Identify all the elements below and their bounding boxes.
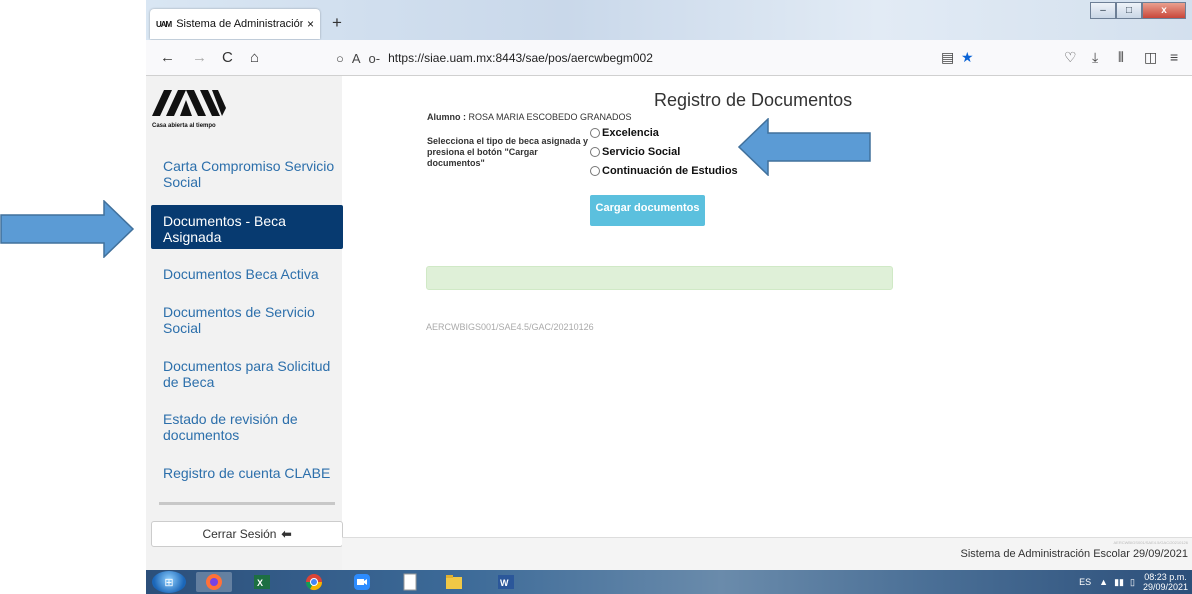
chrome-taskbar-icon[interactable] bbox=[296, 572, 332, 592]
home-icon[interactable]: ⌂ bbox=[250, 49, 259, 66]
radio-label: Continuación de Estudios bbox=[602, 165, 738, 177]
windows-taskbar: ⊞ X W ES ▲ ▮▮ ▯ 08:23 p.m. 29/09/2021 bbox=[146, 570, 1192, 594]
document-taskbar-icon[interactable] bbox=[392, 572, 428, 592]
sidebar-item-carta-compromiso[interactable]: Carta Compromiso Servicio Social bbox=[163, 158, 338, 190]
system-tray: ES ▲ ▮▮ ▯ 08:23 p.m. 29/09/2021 bbox=[1079, 570, 1188, 594]
tray-clock[interactable]: 08:23 p.m. 29/09/2021 bbox=[1143, 572, 1188, 592]
pocket-icon[interactable]: ♡ bbox=[1064, 49, 1077, 66]
language-indicator[interactable]: ES bbox=[1079, 577, 1091, 587]
close-window-button[interactable]: x bbox=[1142, 2, 1186, 19]
tray-time: 08:23 p.m. bbox=[1144, 572, 1187, 582]
uam-favicon-icon: UAM bbox=[156, 19, 172, 29]
footer-text: Sistema de Administración Escolar 29/09/… bbox=[960, 548, 1188, 560]
sidebar-item-documentos-beca-activa[interactable]: Documentos Beca Activa bbox=[163, 266, 338, 282]
reader-view-icon[interactable]: ▤ bbox=[941, 49, 954, 66]
key-icon[interactable]: o‐ bbox=[369, 51, 381, 66]
address-bar[interactable]: ○ A o‐ https://siae.uam.mx:8443/sae/pos/… bbox=[336, 45, 1156, 71]
sidebar: Casa abierta al tiempo Carta Compromiso … bbox=[146, 76, 343, 570]
sidebar-item-estado-revision[interactable]: Estado de revisión de documentos bbox=[163, 411, 338, 443]
network-icon[interactable]: ▮▮ bbox=[1114, 577, 1124, 588]
shield-icon[interactable]: ○ bbox=[336, 51, 344, 66]
close-tab-icon[interactable]: × bbox=[307, 17, 314, 31]
instruction-text: Selecciona el tipo de beca asignada y pr… bbox=[427, 136, 589, 168]
student-name: ROSA MARIA ESCOBEDO GRANADOS bbox=[468, 112, 632, 122]
back-icon[interactable]: ← bbox=[160, 49, 175, 66]
status-message-box bbox=[426, 266, 893, 290]
tray-date: 29/09/2021 bbox=[1142, 582, 1188, 592]
radio-button[interactable] bbox=[590, 166, 600, 176]
footer-code: AERCWBIGS001/SAE4.5/GAC/20210126 bbox=[1113, 540, 1188, 545]
tray-arrow-icon[interactable]: ▲ bbox=[1099, 577, 1108, 587]
radio-option-continuacion-estudios[interactable]: Continuación de Estudios bbox=[590, 165, 738, 177]
window-controls: – □ x bbox=[1090, 2, 1186, 19]
student-label: Alumno : bbox=[427, 112, 466, 122]
logout-button[interactable]: Cerrar Sesión ⬅ bbox=[151, 521, 343, 547]
maximize-button[interactable]: □ bbox=[1116, 2, 1142, 19]
lock-icon[interactable]: A bbox=[352, 51, 361, 66]
radio-label: Servicio Social bbox=[602, 146, 681, 158]
sidebar-divider bbox=[159, 502, 335, 505]
uam-logo: Casa abierta al tiempo bbox=[152, 90, 242, 129]
firefox-taskbar-icon[interactable] bbox=[196, 572, 232, 592]
word-taskbar-icon[interactable]: W bbox=[488, 572, 524, 592]
bookmark-star-icon[interactable]: ★ bbox=[961, 49, 974, 66]
radio-option-excelencia[interactable]: Excelencia bbox=[590, 127, 659, 139]
svg-text:X: X bbox=[257, 578, 263, 588]
minimize-button[interactable]: – bbox=[1090, 2, 1116, 19]
radio-option-servicio-social[interactable]: Servicio Social bbox=[590, 146, 680, 158]
page-footer: AERCWBIGS001/SAE4.5/GAC/20210126 Sistema… bbox=[342, 537, 1192, 570]
page-title: Registro de Documentos bbox=[654, 90, 853, 110]
radio-button[interactable] bbox=[590, 128, 600, 138]
browser-tab[interactable]: UAM Sistema de Administración Esco × bbox=[150, 9, 320, 39]
sidebar-item-documentos-servicio-social[interactable]: Documentos de Servicio Social bbox=[163, 304, 338, 336]
file-explorer-taskbar-icon[interactable] bbox=[436, 572, 472, 592]
annotation-arrow-left-icon bbox=[738, 118, 871, 176]
library-icon[interactable]: ⫴ bbox=[1118, 49, 1124, 66]
download-icon[interactable]: ⤓ bbox=[1092, 49, 1098, 66]
sidebar-item-registro-clabe[interactable]: Registro de cuenta CLABE bbox=[163, 465, 338, 481]
logo-tagline: Casa abierta al tiempo bbox=[152, 123, 216, 129]
student-info: Alumno : ROSA MARIA ESCOBEDO GRANADOS bbox=[427, 112, 632, 122]
excel-taskbar-icon[interactable]: X bbox=[244, 572, 280, 592]
new-tab-button[interactable]: + bbox=[332, 13, 342, 33]
svg-text:W: W bbox=[500, 578, 509, 588]
battery-icon[interactable]: ▯ bbox=[1130, 577, 1135, 588]
browser-navbar: ← → C ⌂ ○ A o‐ https://siae.uam.mx:8443/… bbox=[146, 40, 1192, 76]
browser-tab-strip: UAM Sistema de Administración Esco × + –… bbox=[146, 0, 1192, 40]
version-code: AERCWBIGS001/SAE4.5/GAC/20210126 bbox=[426, 322, 594, 332]
sidebar-item-documentos-beca-asignada[interactable]: Documentos - Beca Asignada bbox=[151, 205, 343, 249]
annotation-arrow-right-icon bbox=[0, 200, 135, 258]
start-button-icon[interactable]: ⊞ bbox=[152, 571, 186, 593]
radio-button[interactable] bbox=[590, 147, 600, 157]
radio-label: Excelencia bbox=[602, 127, 659, 139]
logout-label: Cerrar Sesión bbox=[202, 527, 277, 541]
tab-title: Sistema de Administración Esco bbox=[176, 18, 303, 30]
uam-logo-mark-icon bbox=[152, 90, 242, 121]
forward-icon[interactable]: → bbox=[192, 49, 207, 66]
url-text[interactable]: https://siae.uam.mx:8443/sae/pos/aercwbe… bbox=[388, 51, 653, 65]
reload-icon[interactable]: C bbox=[222, 49, 233, 66]
sidebar-icon[interactable]: ◫ bbox=[1144, 49, 1157, 66]
upload-documents-button[interactable]: Cargar documentos bbox=[590, 195, 705, 226]
logout-icon: ⬅ bbox=[281, 527, 292, 541]
sidebar-item-documentos-solicitud-beca[interactable]: Documentos para Solicitud de Beca bbox=[163, 358, 338, 390]
menu-icon[interactable]: ≡ bbox=[1170, 49, 1178, 65]
zoom-taskbar-icon[interactable] bbox=[344, 572, 380, 592]
